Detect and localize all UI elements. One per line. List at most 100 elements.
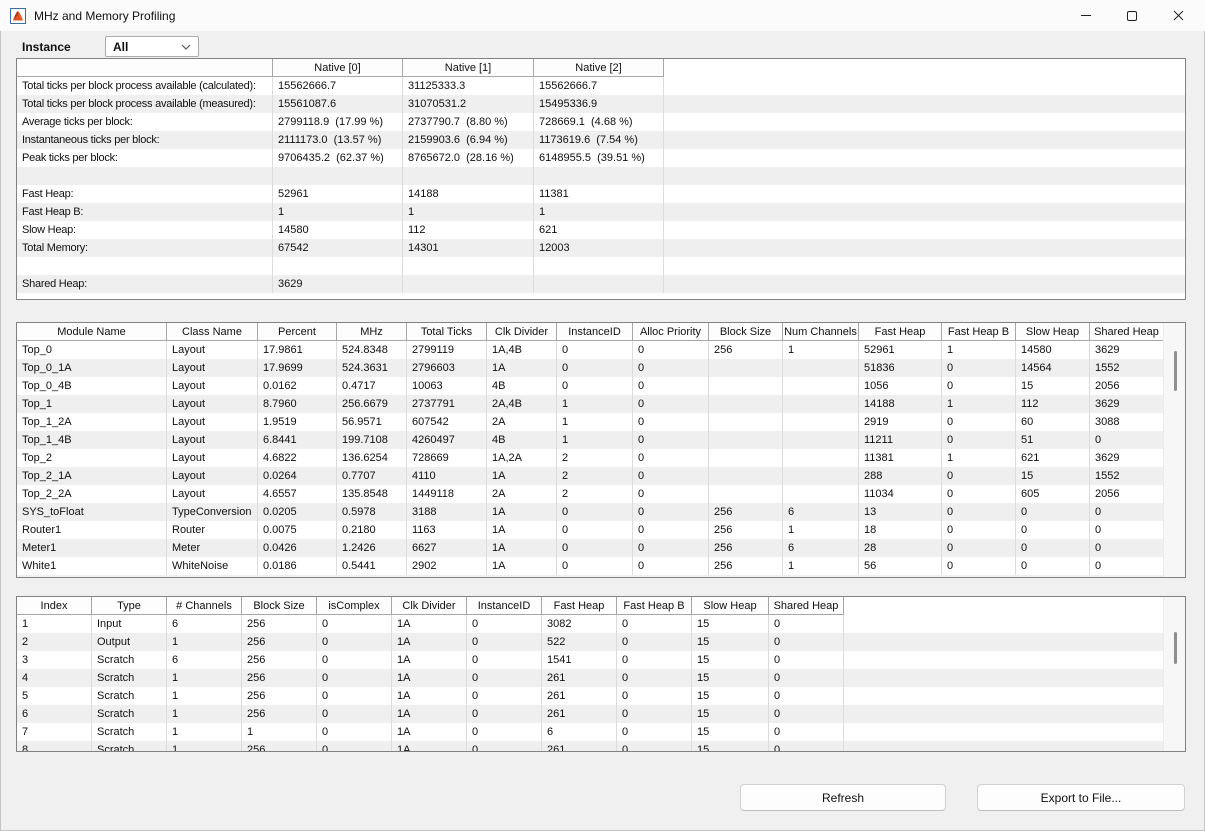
table-cell: 1 bbox=[167, 741, 242, 752]
table-row[interactable]: Average ticks per block:2799118.9 (17.99… bbox=[17, 113, 1185, 131]
table-cell: 0 bbox=[557, 359, 633, 377]
table-cell: 2 bbox=[17, 633, 92, 651]
table-row[interactable]: 8Scratch125601A02610150 bbox=[17, 741, 1185, 752]
table-cell: Total Memory: bbox=[17, 239, 273, 257]
table-row[interactable]: Fast Heap B:111 bbox=[17, 203, 1185, 221]
table-row[interactable]: Slow Heap:14580112621 bbox=[17, 221, 1185, 239]
table-row[interactable]: Top_0Layout17.9861524.834827991191A,4B00… bbox=[17, 341, 1185, 359]
table-row[interactable]: 1Input625601A030820150 bbox=[17, 615, 1185, 633]
table-cell: 0 bbox=[942, 485, 1016, 503]
table-cell: Output bbox=[92, 633, 167, 651]
table-cell: 15561087.6 bbox=[273, 95, 403, 113]
table-row[interactable]: 3Scratch625601A015410150 bbox=[17, 651, 1185, 669]
table-cell: 15562666.7 bbox=[273, 77, 403, 95]
scrollbar-thumb[interactable] bbox=[1174, 351, 1177, 391]
buffers-vertical-scrollbar[interactable] bbox=[1163, 597, 1185, 751]
table-cell bbox=[783, 449, 859, 467]
table-row[interactable]: Top_2Layout4.6822136.62547286691A,2A2011… bbox=[17, 449, 1185, 467]
table-cell: 2159903.6 (6.94 %) bbox=[403, 131, 534, 149]
table-cell: Layout bbox=[167, 431, 258, 449]
table-cell: 2799118.9 (17.99 %) bbox=[273, 113, 403, 131]
table-cell: 0 bbox=[317, 633, 392, 651]
table-cell: 261 bbox=[542, 741, 617, 752]
table-cell bbox=[783, 467, 859, 485]
table-cell: 607542 bbox=[407, 413, 487, 431]
maximize-button[interactable] bbox=[1109, 0, 1155, 31]
table-row[interactable] bbox=[17, 167, 1185, 185]
table-row[interactable]: 2Output125601A05220150 bbox=[17, 633, 1185, 651]
table-cell: 0 bbox=[467, 669, 542, 687]
table-cell: 0 bbox=[1090, 521, 1164, 539]
table-cell: 1 bbox=[167, 705, 242, 723]
partial-row-stripe bbox=[17, 575, 1164, 578]
table-cell: Layout bbox=[167, 359, 258, 377]
table-row[interactable]: White1WhiteNoise0.01860.544129021A002561… bbox=[17, 557, 1185, 575]
table-cell: 15 bbox=[692, 723, 769, 741]
table-row[interactable]: SYS_toFloatTypeConversion0.02050.5978318… bbox=[17, 503, 1185, 521]
table-cell: 2902 bbox=[407, 557, 487, 575]
table-row[interactable]: Top_1_2ALayout1.951956.95716075422A10291… bbox=[17, 413, 1185, 431]
table-row[interactable]: Fast Heap:529611418811381 bbox=[17, 185, 1185, 203]
table-cell: Top_0_1A bbox=[17, 359, 167, 377]
table-row[interactable]: Peak ticks per block:9706435.2 (62.37 %)… bbox=[17, 149, 1185, 167]
table-cell: 1552 bbox=[1090, 467, 1164, 485]
table-cell bbox=[17, 167, 273, 185]
table-row[interactable]: Top_1_4BLayout6.8441199.710842604974B101… bbox=[17, 431, 1185, 449]
table-row[interactable]: 6Scratch125601A02610150 bbox=[17, 705, 1185, 723]
table-row[interactable]: Router1Router0.00750.218011631A002561180… bbox=[17, 521, 1185, 539]
table-row[interactable]: Top_0_1ALayout17.9699524.363127966031A00… bbox=[17, 359, 1185, 377]
table-row[interactable] bbox=[17, 257, 1185, 275]
table-cell: 0 bbox=[633, 521, 709, 539]
table-row[interactable]: Total ticks per block process available … bbox=[17, 77, 1185, 95]
minimize-icon bbox=[1081, 15, 1091, 16]
table-cell: 31125333.3 bbox=[403, 77, 534, 95]
table-cell: 0 bbox=[1016, 521, 1090, 539]
table-row[interactable]: Top_2_2ALayout4.6557135.854814491182A201… bbox=[17, 485, 1185, 503]
refresh-button[interactable]: Refresh bbox=[740, 784, 946, 811]
minimize-button[interactable] bbox=[1063, 0, 1109, 31]
table-cell: 0 bbox=[317, 651, 392, 669]
table-cell: Scratch bbox=[92, 651, 167, 669]
table-row[interactable]: Total Memory:675421430112003 bbox=[17, 239, 1185, 257]
table-row[interactable]: Top_1Layout8.7960256.667927377912A,4B101… bbox=[17, 395, 1185, 413]
modules-vertical-scrollbar[interactable] bbox=[1163, 323, 1185, 577]
table-cell: 256 bbox=[242, 669, 317, 687]
table-row[interactable]: Meter1Meter0.04261.242666271A00256628000 bbox=[17, 539, 1185, 557]
table-cell: 3188 bbox=[407, 503, 487, 521]
table-cell bbox=[709, 359, 783, 377]
table-cell bbox=[709, 485, 783, 503]
table-row[interactable]: 5Scratch125601A02610150 bbox=[17, 687, 1185, 705]
table-cell: 261 bbox=[542, 669, 617, 687]
table-cell: 0 bbox=[942, 557, 1016, 575]
table-row[interactable]: Instantaneous ticks per block:2111173.0 … bbox=[17, 131, 1185, 149]
table-cell bbox=[783, 359, 859, 377]
table-cell: 4B bbox=[487, 431, 557, 449]
instance-dropdown[interactable]: All bbox=[105, 36, 199, 57]
table-cell: 1 bbox=[557, 413, 633, 431]
scrollbar-thumb[interactable] bbox=[1174, 632, 1177, 664]
table-cell bbox=[709, 377, 783, 395]
close-button[interactable] bbox=[1155, 0, 1201, 31]
table-cell: 0 bbox=[633, 539, 709, 557]
table-cell bbox=[783, 431, 859, 449]
table-row[interactable]: 4Scratch125601A02610150 bbox=[17, 669, 1185, 687]
table-cell: 0 bbox=[617, 741, 692, 752]
table-cell: 6627 bbox=[407, 539, 487, 557]
table-cell: 2737790.7 (8.80 %) bbox=[403, 113, 534, 131]
column-header: Slow Heap bbox=[1016, 323, 1090, 341]
table-row[interactable]: 7Scratch1101A060150 bbox=[17, 723, 1185, 741]
table-row[interactable]: Top_0_4BLayout0.01620.4717100634B0010560… bbox=[17, 377, 1185, 395]
table-cell: 13 bbox=[859, 503, 942, 521]
table-cell: 0 bbox=[633, 359, 709, 377]
column-header: Alloc Priority bbox=[633, 323, 709, 341]
table-cell: 56.9571 bbox=[337, 413, 407, 431]
table-cell: 2 bbox=[557, 485, 633, 503]
table-cell: 0 bbox=[467, 705, 542, 723]
export-to-file-button[interactable]: Export to File... bbox=[977, 784, 1185, 811]
table-row[interactable]: Total ticks per block process available … bbox=[17, 95, 1185, 113]
buffers-table-panel: IndexType# ChannelsBlock SizeisComplexCl… bbox=[16, 596, 1186, 752]
table-row[interactable]: Shared Heap:3629 bbox=[17, 275, 1185, 293]
maximize-icon bbox=[1127, 11, 1137, 21]
table-row[interactable]: Top_2_1ALayout0.02640.770741101A20288015… bbox=[17, 467, 1185, 485]
table-cell: Input bbox=[92, 615, 167, 633]
